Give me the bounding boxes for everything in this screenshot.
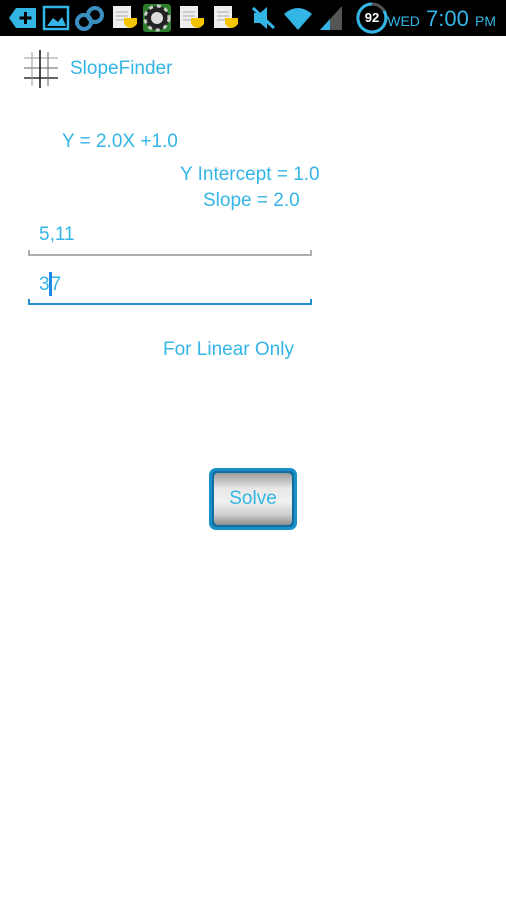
point2-underline — [28, 303, 312, 305]
solve-button[interactable]: Solve — [209, 468, 297, 530]
battery-level: 92 — [364, 10, 380, 25]
mute-icon — [252, 6, 276, 30]
signal-icon — [320, 6, 342, 30]
point2-input[interactable]: 37 — [28, 265, 312, 305]
y-intercept-text: Y Intercept = 1.0 — [180, 164, 320, 185]
document-shield-icon — [113, 6, 137, 28]
point1-underline — [28, 254, 312, 256]
binoculars-icon — [75, 6, 104, 31]
solve-button-label: Solve — [214, 473, 292, 525]
clock-time: 7:00 — [426, 6, 469, 31]
underline-tick — [28, 250, 30, 256]
clock-day: WED — [387, 13, 420, 29]
document-shield-icon — [180, 6, 204, 28]
point1-value: 5,11 — [39, 224, 75, 245]
action-bar: SlopeFinder — [0, 36, 506, 104]
battery-indicator: 92 — [355, 2, 389, 34]
point2-value: 37 — [39, 272, 62, 297]
equation-text: Y = 2.0X +1.0 — [62, 131, 178, 152]
underline-tick — [310, 299, 312, 305]
document-shield-icon — [214, 6, 238, 28]
slope-text: Slope = 2.0 — [203, 190, 300, 211]
clock: WED 7:00 PM — [387, 6, 496, 32]
linear-only-note: For Linear Only — [163, 339, 294, 360]
app-title: SlopeFinder — [70, 58, 173, 79]
point1-input[interactable]: 5,11 — [28, 216, 312, 256]
add-icon — [9, 8, 36, 28]
image-icon — [42, 5, 70, 31]
point2-text-after: 7 — [50, 274, 62, 296]
status-bar: 92 WED 7:00 PM — [0, 0, 506, 36]
underline-tick — [28, 299, 30, 305]
wifi-icon — [284, 8, 312, 30]
clock-ampm: PM — [475, 13, 496, 29]
underline-tick — [310, 250, 312, 256]
text-cursor — [48, 272, 52, 296]
poker-chip-icon — [143, 4, 171, 32]
grid-graph-icon[interactable] — [22, 50, 60, 88]
